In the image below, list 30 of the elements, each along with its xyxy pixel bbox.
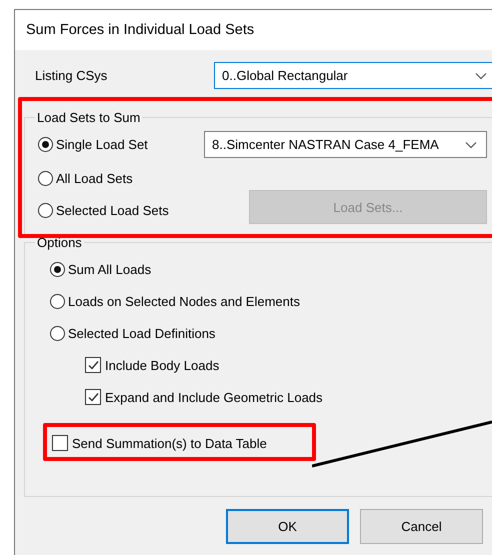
option-label: Loads on Selected Nodes and Elements: [68, 294, 300, 308]
radio-button[interactable]: [50, 262, 65, 276]
radio-button[interactable]: [50, 294, 65, 308]
option-label: Include Body Loads: [105, 358, 220, 372]
radio-button[interactable]: [38, 202, 53, 218]
window-title: Sum Forces in Individual Load Sets: [26, 22, 254, 38]
option-label: Selected Load Sets: [56, 202, 169, 218]
checkmark-icon: [88, 360, 98, 370]
checkbox[interactable]: [85, 357, 101, 373]
load-set-dropdown[interactable]: 8..Simcenter NASTRAN Case 4_FEMA: [204, 131, 487, 158]
dialog-button[interactable]: OK: [226, 509, 349, 544]
group-legend: Load Sets to Sum: [35, 110, 142, 125]
radio-button[interactable]: [38, 170, 53, 186]
dialog-button[interactable]: Cancel: [360, 509, 483, 544]
option-label: Send Summation(s) to Data Table: [72, 436, 267, 450]
csys-dropdown[interactable]: 0..Global Rectangular: [214, 62, 492, 89]
checkbox[interactable]: [85, 389, 101, 405]
radio-button[interactable]: [50, 326, 65, 340]
option-label: All Load Sets: [56, 170, 133, 186]
field-label: Listing CSys: [34, 68, 108, 83]
option-label: Expand and Include Geometric Loads: [105, 390, 323, 404]
option-label: Single Load Set: [56, 136, 148, 152]
checkbox[interactable]: [52, 435, 68, 451]
group-legend: Options: [35, 235, 84, 250]
radio-button[interactable]: [38, 136, 53, 152]
option-label: Selected Load Definitions: [68, 326, 216, 340]
option-label: Sum All Loads: [68, 262, 152, 276]
checkmark-icon: [88, 392, 98, 402]
chevron-icon: [475, 72, 487, 80]
chevron-icon: [465, 140, 477, 148]
